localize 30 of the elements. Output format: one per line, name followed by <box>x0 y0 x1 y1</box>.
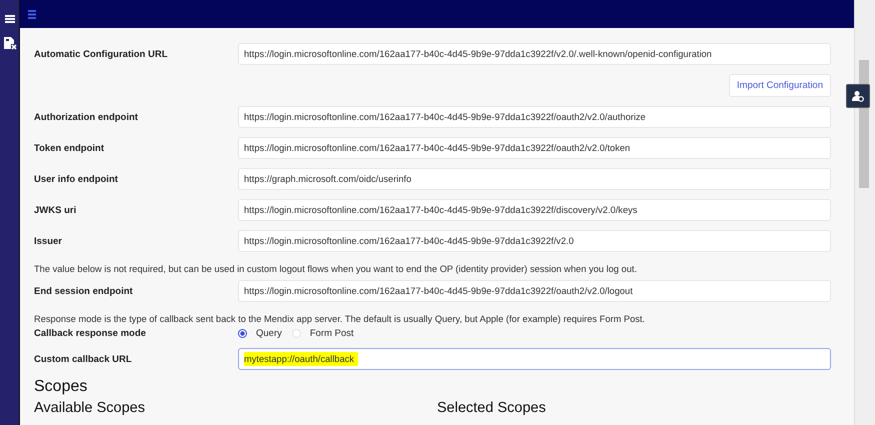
field-label: User info endpoint <box>34 174 119 184</box>
user-settings-icon <box>852 90 864 102</box>
menu-icon[interactable] <box>4 14 14 24</box>
radio-option[interactable]: Query <box>238 328 282 339</box>
field-label: Authorization endpoint <box>34 112 139 122</box>
scrollbar[interactable] <box>854 0 875 425</box>
text-field[interactable]: mytestapp://oauth/callback <box>238 348 831 370</box>
field-label: Token endpoint <box>34 142 106 154</box>
section-heading: Scopes <box>34 378 88 396</box>
field-label: Issuer <box>34 236 63 246</box>
text-field[interactable]: https://login.microsoftonline.com/162aa177-b40c-4d45-9b9e-97dda1c3922f/oauth2/v2.0/logout <box>238 280 831 302</box>
import-button[interactable]: Import Configuration <box>728 74 831 97</box>
text-field[interactable]: https://login.microsoftonline.com/162aa177-b40c-4d45-9b9e-97dda1c3922f/discovery/v2.0/keys <box>238 199 831 221</box>
help-text: Response mode is the type of callback sent back to the Mendix app server. The default is usually Query, but Apple (for example) requires Form Post. <box>34 314 646 324</box>
section-heading: Selected Scopes <box>437 400 547 416</box>
text-field[interactable]: https://graph.microsoft.com/oidc/userinfo <box>238 168 831 190</box>
text-field[interactable]: https://login.microsoftonline.com/162aa177-b40c-4d45-9b9e-97dda1c3922f/v2.0 <box>238 230 831 252</box>
text-field[interactable]: https://login.microsoftonline.com/162aa177-b40c-4d45-9b9e-97dda1c3922f/v2.0/.well-known/openid-configuration <box>238 43 831 65</box>
help-text: The value below is not required, but can be used in custom logout flows when you want to end the OP (identity provider) session when you log out. <box>34 264 638 274</box>
text-field[interactable]: https://login.microsoftonline.com/162aa177-b40c-4d45-9b9e-97dda1c3922f/oauth2/v2.0/token <box>238 137 831 159</box>
field-label: JWKS uri <box>34 204 78 216</box>
section-heading: Available Scopes <box>34 400 146 416</box>
field-label: Custom callback URL <box>34 354 133 364</box>
field-label: End session endpoint <box>34 286 134 296</box>
user-settings-button[interactable] <box>846 84 870 108</box>
text-field[interactable]: https://login.microsoftonline.com/162aa177-b40c-4d45-9b9e-97dda1c3922f/oauth2/v2.0/authorize <box>238 106 831 128</box>
document-remove-icon[interactable] <box>2 36 16 50</box>
field-label: Callback response mode <box>34 328 147 339</box>
field-label: Automatic Configuration URL <box>34 48 169 60</box>
radio-option[interactable]: Form Post <box>292 328 354 339</box>
